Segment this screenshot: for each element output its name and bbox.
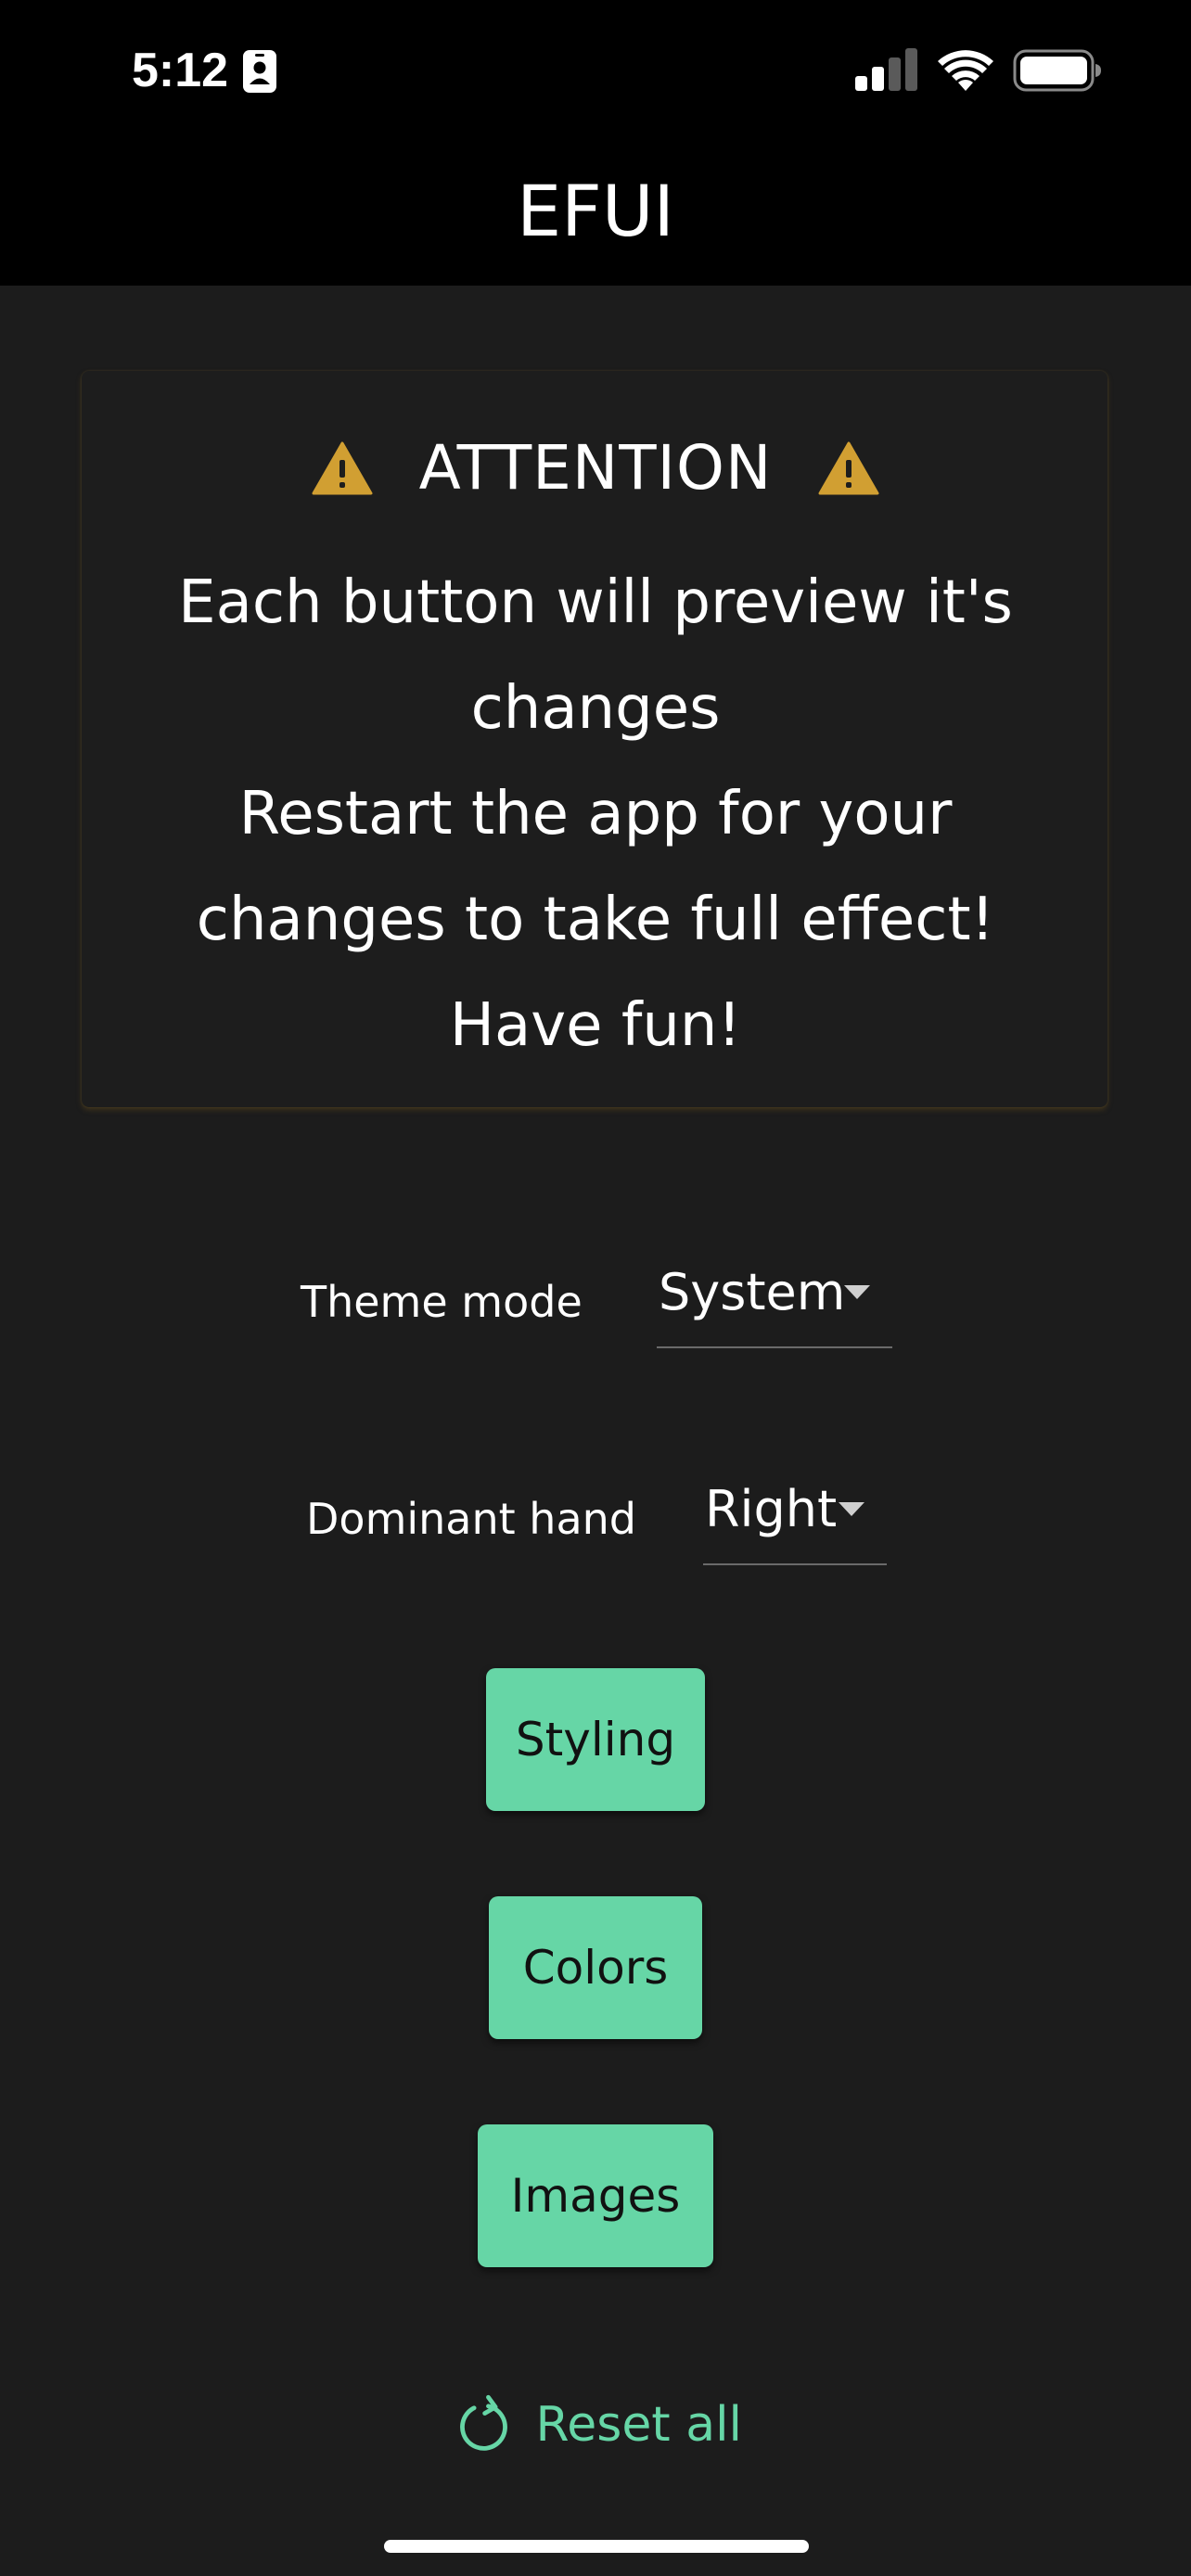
- colors-button[interactable]: Colors: [489, 1896, 702, 2039]
- theme-mode-row: Theme mode System: [0, 1256, 1191, 1348]
- attention-line: Restart the app for your: [238, 780, 953, 848]
- dominant-hand-value: Right: [705, 1480, 838, 1538]
- home-indicator[interactable]: [384, 2540, 809, 2553]
- attention-line: Each button will preview it's: [178, 568, 1013, 637]
- attention-line: changes: [470, 674, 721, 743]
- dominant-hand-row: Dominant hand Right: [0, 1473, 1191, 1565]
- warning-icon: [818, 441, 879, 495]
- app-title: EFUI: [517, 170, 674, 252]
- dominant-hand-dropdown[interactable]: Right: [703, 1473, 887, 1565]
- wifi-icon: [938, 50, 993, 91]
- warning-icon: [312, 441, 373, 495]
- attention-line: changes to take full effect!: [196, 886, 995, 954]
- styling-button[interactable]: Styling: [486, 1668, 705, 1811]
- cellular-signal-icon: [855, 48, 917, 91]
- contact-card-icon: [243, 50, 276, 93]
- battery-icon: [1013, 49, 1101, 92]
- top-bar: 5:12 EFUI: [0, 0, 1191, 286]
- dominant-hand-label: Dominant hand: [306, 1494, 637, 1544]
- status-time: 5:12: [132, 44, 229, 97]
- refresh-icon: [460, 2394, 507, 2451]
- images-button[interactable]: Images: [478, 2124, 713, 2267]
- attention-message: Each button will preview it's changes Re…: [102, 550, 1089, 1078]
- theme-mode-value: System: [659, 1263, 846, 1321]
- theme-mode-label: Theme mode: [301, 1277, 583, 1327]
- reset-all-button[interactable]: Reset all: [455, 2388, 742, 2462]
- chevron-down-icon: [844, 1285, 870, 1299]
- settings-screen: 5:12 EFUI ATTENTION Each button will pre…: [0, 0, 1191, 2576]
- chevron-down-icon: [839, 1502, 864, 1516]
- theme-mode-dropdown[interactable]: System: [657, 1256, 892, 1348]
- attention-heading: ATTENTION: [0, 422, 1191, 515]
- reset-all-label: Reset all: [535, 2397, 742, 2453]
- attention-title: ATTENTION: [418, 432, 773, 504]
- attention-line: Have fun!: [449, 991, 742, 1060]
